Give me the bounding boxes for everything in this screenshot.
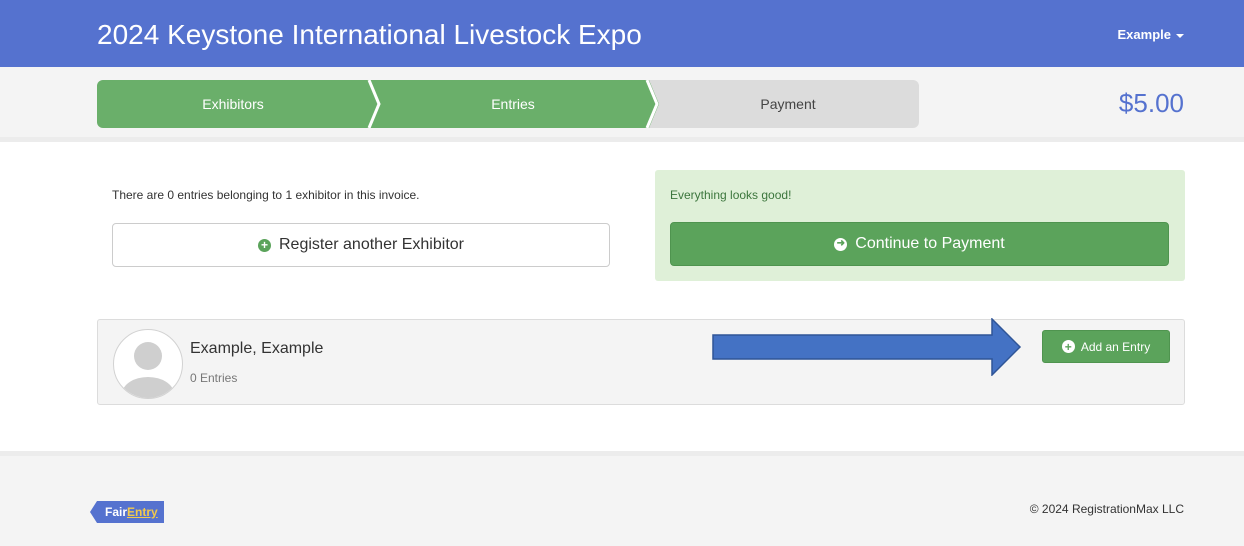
footer: FairEntry © 2024 RegistrationMax LLC [0,451,1244,546]
exhibitor-entry-count: 0 Entries [190,371,238,385]
continue-to-payment-label: Continue to Payment [855,235,1005,252]
copyright-text: © 2024 RegistrationMax LLC [1029,502,1184,516]
status-alert: Everything looks good! ➜ Continue to Pay… [655,170,1185,281]
progress-bar: Exhibitors Entries Payment $5.00 [0,67,1244,142]
top-navbar: 2024 Keystone International Livestock Ex… [0,0,1244,67]
logo-fair-text: Fair [105,505,128,519]
caret-down-icon [1176,33,1184,38]
logo-entry-text: Entry [127,505,158,519]
add-entry-label: Add an Entry [1080,339,1151,354]
page-title: 2024 Keystone International Livestock Ex… [97,19,642,50]
user-silhouette-icon [122,342,174,398]
invoice-summary-text: There are 0 entries belonging to 1 exhib… [112,188,420,202]
register-exhibitor-button[interactable]: + Register another Exhibitor [112,223,610,267]
status-message: Everything looks good! [670,188,792,202]
step-exhibitors[interactable]: Exhibitors [97,80,369,128]
fairentry-logo-tag: FairEntry [90,501,164,523]
avatar [113,329,183,399]
fairentry-logo[interactable]: FairEntry [90,501,164,523]
plus-circle-icon: + [258,238,271,252]
arrow-right-circle-icon: ➜ [834,237,848,251]
continue-to-payment-button[interactable]: ➜ Continue to Payment [670,222,1169,266]
step-entries[interactable]: Entries [379,80,647,128]
user-menu-label: Example [1117,27,1171,42]
blue-arrow-annotation-icon [712,318,1022,376]
plus-circle-icon: + [1061,340,1075,353]
add-entry-button[interactable]: + Add an Entry [1042,330,1170,363]
exhibitor-name: Example, Example [190,340,324,357]
step-wizard: Exhibitors Entries Payment [97,80,919,128]
register-exhibitor-label: Register another Exhibitor [279,236,464,253]
step-payment[interactable]: Payment [657,80,919,128]
invoice-total: $5.00 [1118,88,1184,118]
user-menu-dropdown[interactable]: Example [1118,27,1184,42]
